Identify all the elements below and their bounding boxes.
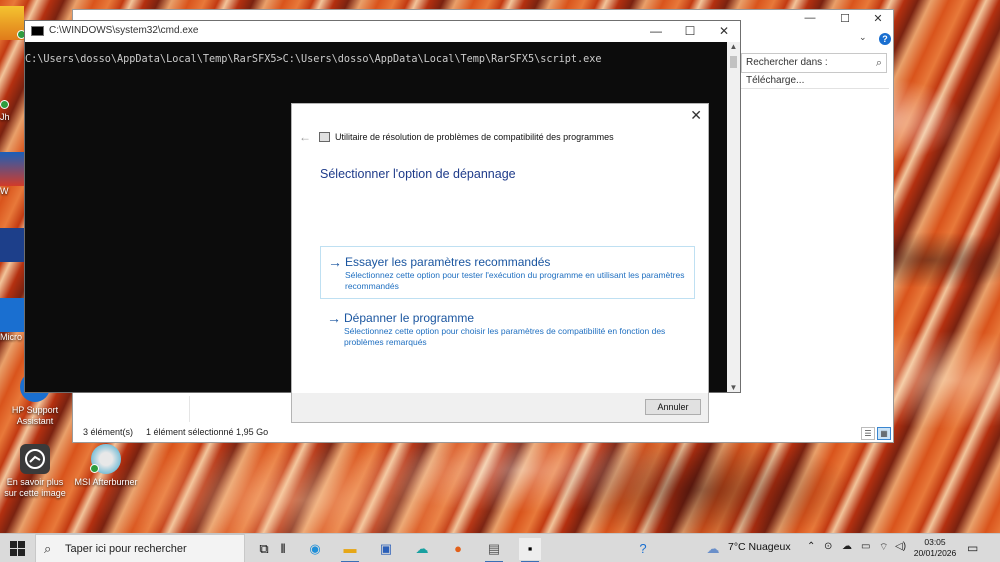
search-icon: ⌕ — [875, 57, 882, 69]
explorer-minimize-button[interactable]: — — [793, 12, 827, 28]
desktop-icon-partial-micro[interactable] — [0, 298, 24, 332]
firefox-icon[interactable]: ● — [447, 538, 469, 560]
troubleshooter-taskbar-icon[interactable]: ▤ — [483, 538, 505, 562]
compatibility-troubleshooter-dialog[interactable]: ✕ ← Utilitaire de résolution de problème… — [291, 103, 709, 423]
microsoft-store-icon[interactable]: ▣ — [375, 538, 397, 560]
dialog-footer: Annuler — [292, 393, 708, 422]
option-title: Essayer les paramètres recommandés — [345, 255, 551, 269]
option-description: Sélectionnez cette option pour choisir l… — [344, 326, 666, 347]
desktop-icon-spotlight[interactable]: En savoir plus sur cette image — [0, 444, 70, 499]
weather-text[interactable]: 7°C Nuageux — [728, 541, 791, 553]
desktop-icon-partial-w[interactable] — [0, 152, 24, 186]
option-title: Dépanner le programme — [344, 311, 475, 325]
clock-date: 20/01/2026 — [913, 548, 957, 558]
cmd-title: C:\WINDOWS\system32\cmd.exe — [49, 25, 199, 36]
taskbar-search-input[interactable]: ⌕ Taper ici pour rechercher — [35, 534, 245, 562]
search-icon: ⌕ — [44, 541, 52, 556]
desktop-icon-partial-micro-label: Micro — [0, 332, 24, 343]
desktop-icon-label: W — [0, 186, 9, 196]
taskbar-clock[interactable]: 03:05 20/01/2026 — [912, 537, 958, 559]
dialog-header-title: Utilitaire de résolution de problèmes de… — [335, 132, 614, 142]
scroll-down-arrow-icon[interactable]: ▼ — [727, 383, 740, 392]
option-description: Sélectionnez cette option pour tester l'… — [345, 270, 685, 291]
desktop-icon-partial-w-label: W — [0, 186, 24, 197]
taskbar-search-placeholder: Taper ici pour rechercher — [65, 543, 187, 555]
arrow-right-icon: → — [327, 310, 341, 326]
status-item-count: 3 élément(s) — [83, 427, 134, 437]
cmd-minimize-button[interactable]: — — [640, 23, 672, 40]
cmd-scrollbar[interactable]: ▲ ▼ — [727, 42, 740, 392]
sync-check-icon — [0, 100, 9, 109]
explorer-close-button[interactable]: ✕ — [861, 12, 895, 28]
notifications-icon[interactable]: ▭ — [967, 541, 978, 555]
large-icons-view-icon[interactable]: ▦ — [877, 427, 891, 440]
scroll-thumb[interactable] — [730, 56, 737, 68]
cloud-upload-icon[interactable]: ☁ — [411, 538, 433, 560]
cancel-button[interactable]: Annuler — [645, 399, 701, 415]
desktop-icon-label: En savoir plus sur cette image — [4, 477, 66, 498]
dialog-close-button[interactable]: ✕ — [690, 107, 702, 124]
desktop-icon-msi-afterburner[interactable]: MSI Afterburner — [70, 444, 142, 488]
weather-cloud-icon: ☁ — [706, 541, 720, 556]
help-icon[interactable]: ? — [879, 33, 891, 45]
arrow-right-icon: → — [328, 254, 342, 270]
explorer-maximize-button[interactable]: ☐ — [828, 12, 862, 28]
camera-info-icon — [20, 444, 50, 474]
cloud-tray-icon[interactable]: ☁ — [842, 541, 852, 552]
desktop-icon-label: MSI Afterburner — [74, 477, 138, 487]
search-placeholder: Rechercher dans : Télécharge... — [746, 57, 828, 86]
clock-time: 03:05 — [924, 537, 946, 547]
console-output[interactable]: C:\Users\dosso\AppData\Local\Temp\RarSFX… — [25, 54, 602, 65]
scroll-up-arrow-icon[interactable]: ▲ — [727, 42, 740, 51]
edge-icon[interactable]: ◉ — [304, 538, 326, 560]
cmd-icon — [31, 26, 44, 36]
wifi-icon[interactable]: ⌔ — [879, 541, 888, 554]
option-recommended-settings[interactable]: → Essayer les paramètres recommandés Sél… — [320, 246, 695, 299]
chevron-up-icon[interactable]: ⌃ — [807, 541, 815, 552]
cmd-close-button[interactable]: ✕ — [708, 23, 740, 40]
cmd-titlebar[interactable]: C:\WINDOWS\system32\cmd.exe — ☐ ✕ — [25, 21, 740, 42]
divider — [741, 88, 889, 89]
desktop-icon-label: HP Support Assistant — [11, 405, 59, 426]
taskbar: ⌕ Taper ici pour rechercher ⧉ ‖ ◉ ▬ ▣ ☁ … — [0, 533, 1000, 562]
troubleshooter-app-icon — [319, 132, 330, 142]
details-view-icon[interactable]: ☰ — [861, 427, 875, 440]
volume-icon[interactable]: ◁) — [895, 541, 906, 552]
start-button[interactable] — [10, 541, 25, 556]
option-troubleshoot-program[interactable]: → Dépanner le programme Sélectionnez cet… — [320, 303, 695, 356]
explorer-search-input[interactable]: Rechercher dans : Télécharge... ⌕ — [741, 53, 887, 86]
file-explorer-icon[interactable]: ▬ — [339, 538, 361, 562]
page-title: Sélectionner l'option de dépannage — [320, 167, 516, 181]
cmd-maximize-button[interactable]: ☐ — [674, 23, 706, 40]
back-arrow-icon[interactable]: ← — [299, 130, 311, 144]
sync-check-icon — [90, 464, 99, 473]
desktop-icon-label: Jh — [0, 112, 10, 122]
taskbar-divider-icon: ‖ — [280, 541, 286, 556]
onedrive-icon[interactable]: ⊙ — [824, 541, 832, 552]
chevron-down-icon[interactable]: ⌄ — [859, 32, 867, 43]
explorer-status-bar: 3 élément(s) 1 élément sélectionné 1,95 … — [73, 422, 893, 442]
device-tray-icon[interactable]: ▭ — [861, 541, 870, 552]
desktop-icon-label: Micro — [0, 332, 22, 342]
help-tray-icon[interactable]: ? — [632, 538, 654, 560]
pane-divider — [189, 396, 190, 422]
desktop-icon-partial-jh[interactable]: Jh — [0, 100, 24, 123]
cmd-taskbar-icon[interactable]: ▪ — [519, 538, 541, 562]
task-view-icon[interactable]: ⧉ — [253, 538, 275, 560]
desktop-icon-partial-blue[interactable] — [0, 228, 24, 262]
status-selection: 1 élément sélectionné 1,95 Go — [146, 427, 269, 437]
